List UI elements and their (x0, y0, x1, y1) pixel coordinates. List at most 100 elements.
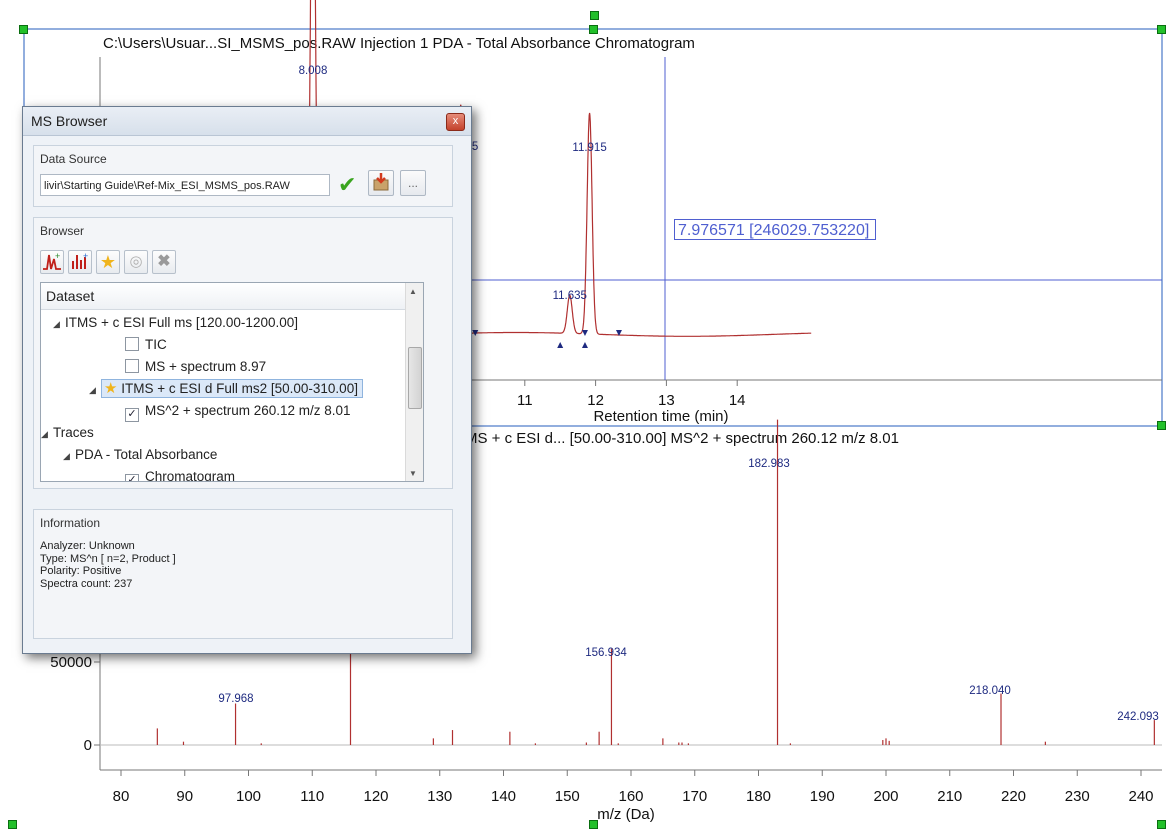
scroll-down-icon[interactable]: ▼ (409, 469, 417, 478)
spectrum-y-tick-label: 50000 (50, 654, 92, 671)
checkmark-icon[interactable]: ✔ (338, 172, 356, 198)
spectrum-x-tick-label: 230 (1065, 788, 1090, 805)
tree-item-selection[interactable]: ★ ITMS + c ESI d Full ms2 [50.00-310.00] (101, 379, 363, 398)
spectrum-x-tick-label: 140 (491, 788, 516, 805)
target-button[interactable]: ◎ (124, 250, 148, 274)
spectrum-x-tick-label: 160 (618, 788, 643, 805)
ms-browser-title: MS Browser (31, 113, 108, 129)
chrom-peak-label: 8.008 (299, 65, 328, 77)
info-spectra-count: Spectra count: 237 (40, 577, 133, 590)
tree-item-ms2-spectrum[interactable]: ✓ MS^2 + spectrum 260.12 m/z 8.01 (125, 401, 351, 422)
tree-item-pda[interactable]: ◢ PDA - Total Absorbance (63, 445, 217, 465)
resize-handle-top-center[interactable] (589, 25, 598, 34)
dataset-tree[interactable]: Dataset ◢ ITMS + c ESI Full ms [120.00-12… (40, 282, 424, 482)
information-text: Analyzer: Unknown Type: MS^n [ n=2, Prod… (40, 540, 176, 590)
add-chromatogram-icon: + (43, 251, 61, 270)
information-label: Information (40, 516, 101, 530)
close-button[interactable]: x (446, 113, 465, 131)
spectrum-x-tick-label: 110 (300, 788, 324, 805)
delete-icon: ✖ (157, 253, 171, 270)
spectrum-peak-label: 218.040 (969, 685, 1011, 697)
browse-button[interactable]: ... (400, 170, 426, 196)
tree-item-ms-spectrum[interactable]: MS + spectrum 8.97 (125, 357, 266, 377)
resize-handle-spectrum-bottom-left[interactable] (8, 820, 17, 829)
favorite-button[interactable]: ★ (96, 250, 120, 274)
info-type: Type: MS^n [ n=2, Product ] (40, 552, 176, 565)
resize-handle-spectrum-bottom-center[interactable] (589, 820, 598, 829)
chrom-x-axis-label: Retention time (min) (593, 408, 728, 425)
resize-handle-top[interactable] (590, 11, 599, 20)
tree-item-label: TIC (145, 337, 167, 352)
spectrum-x-tick-label: 80 (113, 788, 130, 805)
tree-item-tic[interactable]: TIC (125, 335, 167, 355)
spectrum-x-tick-label: 210 (937, 788, 962, 805)
spectrum-x-tick-label: 90 (176, 788, 193, 805)
close-icon: x (452, 115, 459, 127)
resize-handle-bottom-right[interactable] (1157, 421, 1166, 430)
information-group: Information Analyzer: Unknown Type: MS^n… (33, 509, 453, 639)
info-polarity: Polarity: Positive (40, 565, 122, 577)
tree-item-chromatogram[interactable]: ✓ Chromatogram (125, 467, 235, 481)
checkbox-checked[interactable]: ✓ (125, 408, 139, 422)
spectrum-x-tick-label: 240 (1128, 788, 1153, 805)
data-source-path-field[interactable]: livir\Starting Guide\Ref-Mix_ESI_MSMS_po… (40, 174, 330, 196)
browser-group: Browser + + ★ ◎ ✖ Dataset ◢ ITMS + c ESI … (33, 217, 453, 489)
peak-boundary-marker (557, 342, 564, 348)
browse-label: ... (407, 176, 418, 190)
checkbox[interactable] (125, 359, 139, 373)
star-icon: ★ (104, 380, 118, 397)
checkbox[interactable] (125, 337, 139, 351)
spectrum-peak-label: 182.983 (748, 458, 790, 470)
ms-browser-window[interactable]: MS Browser x Data Source livir\Starting … (22, 106, 472, 654)
spectrum-x-tick-label: 170 (682, 788, 707, 805)
spectrum-x-axis-label: m/z (Da) (597, 806, 655, 823)
add-chromatogram-button[interactable]: + (40, 250, 64, 274)
resize-handle-top-left[interactable] (19, 25, 28, 34)
scroll-up-icon[interactable]: ▲ (409, 287, 417, 296)
tree-item-label: ITMS + c ESI d Full ms2 [50.00-310.00] (121, 381, 358, 396)
data-source-group: Data Source livir\Starting Guide\Ref-Mix… (33, 145, 453, 207)
spectrum-peak-label: 97.968 (218, 693, 253, 705)
tree-item-itms-ms2[interactable]: ◢ ★ ITMS + c ESI d Full ms2 [50.00-310.00… (89, 379, 363, 399)
resize-handle-spectrum-bottom-right[interactable] (1157, 820, 1166, 829)
spectrum-x-tick-label: 130 (427, 788, 452, 805)
expand-icon[interactable]: ◢ (89, 380, 101, 400)
spectrum-x-tick-label: 100 (236, 788, 261, 805)
delete-button[interactable]: ✖ (152, 250, 176, 274)
target-icon: ◎ (129, 253, 143, 270)
checkbox-checked[interactable]: ✓ (125, 474, 139, 481)
info-analyzer: Analyzer: Unknown (40, 540, 135, 552)
ms-browser-titlebar[interactable]: MS Browser x (23, 107, 471, 136)
tree-item-label: PDA - Total Absorbance (75, 447, 218, 462)
expand-icon[interactable]: ◢ (41, 424, 53, 444)
spectrum-peak-label: 156.934 (585, 647, 627, 659)
scrollbar-thumb[interactable] (408, 347, 422, 409)
expand-icon[interactable]: ◢ (53, 314, 65, 334)
add-spectrum-button[interactable]: + (68, 250, 92, 274)
tree-item-label: MS + spectrum 8.97 (145, 359, 267, 374)
spectrum-x-tick-label: 150 (555, 788, 580, 805)
resize-handle-top-right[interactable] (1157, 25, 1166, 34)
spectrum-title: MS + c ESI d... [50.00-310.00] MS^2 + sp… (465, 430, 899, 447)
chrom-x-tick-label: 11 (517, 392, 533, 409)
expand-icon[interactable]: ◢ (63, 446, 75, 466)
browser-label: Browser (40, 224, 85, 238)
chrom-x-tick-label: 14 (729, 392, 746, 409)
spectrum-x-tick-label: 200 (873, 788, 898, 805)
cursor-readout: 7.976571 [246029.753220] (674, 219, 876, 240)
spectrum-y-tick-label: 0 (84, 737, 92, 754)
chrom-title: C:\Users\Usuar...SI_MSMS_pos.RAW Injecti… (103, 35, 695, 52)
tree-item-label: MS^2 + spectrum 260.12 m/z 8.01 (145, 403, 351, 418)
spectrum-x-tick-label: 120 (363, 788, 388, 805)
chrom-peak-label: 11.915 (572, 142, 606, 154)
tree-item-traces[interactable]: ◢ Traces (41, 423, 94, 443)
spectrum-peak-label: 242.093 (1117, 711, 1159, 723)
open-file-icon (373, 173, 389, 191)
tree-item-itms-full-ms[interactable]: ◢ ITMS + c ESI Full ms [120.00-1200.00] (53, 313, 298, 333)
chrom-x-tick-label: 13 (658, 392, 675, 409)
open-file-button[interactable] (368, 170, 394, 196)
tree-scrollbar[interactable]: ▲ ▼ (405, 283, 423, 481)
tree-item-label: ITMS + c ESI Full ms [120.00-1200.00] (65, 315, 298, 330)
peak-boundary-marker (581, 330, 588, 336)
chrom-peak-label: 11.635 (553, 290, 587, 302)
